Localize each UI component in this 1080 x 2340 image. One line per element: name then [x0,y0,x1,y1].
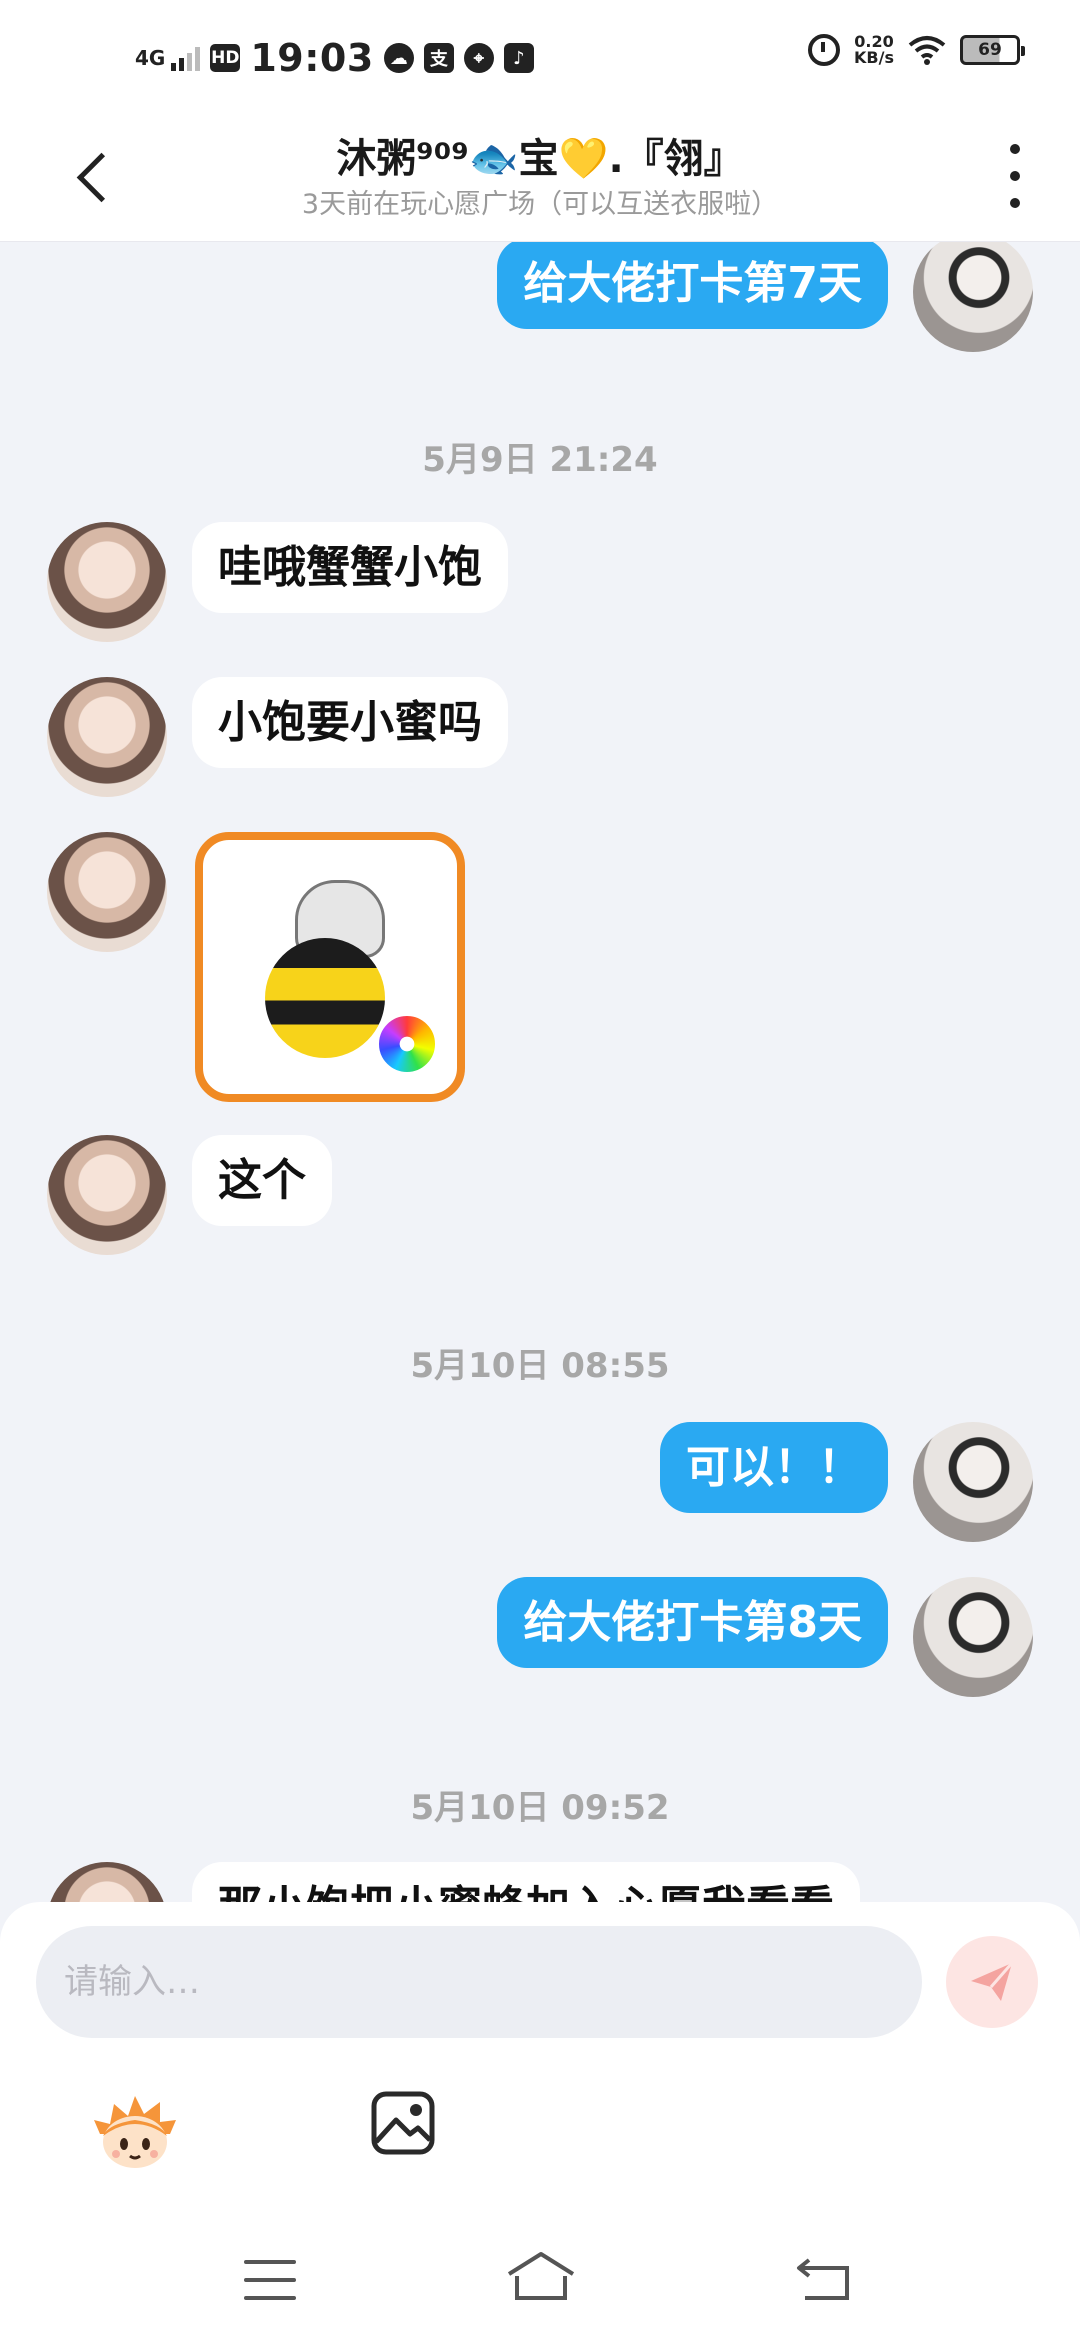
message-input[interactable] [36,1926,922,2038]
message-row: 那小饱把小蜜蜂加入心愿我看看 [0,1862,1080,1902]
bee-icon [265,938,385,1058]
status-bar: 4G HD 19:03 ☁ 支 ⌖ ♪ 0.20 KB/s 69 [0,0,1080,120]
hd-icon: HD [210,44,241,72]
status-left: 4G HD 19:03 ☁ 支 ⌖ ♪ [135,36,534,80]
chat-title[interactable]: 沐粥⁹⁰⁹🐟宝💛.『翎』 [0,126,1080,184]
status-right: 0.20 KB/s 69 [808,34,1025,66]
message-row [0,832,1080,1102]
chat-header: 沐粥⁹⁰⁹🐟宝💛.『翎』 3天前在玩心愿广场（可以互送衣服啦） [0,120,1080,242]
more-button[interactable] [1000,144,1030,208]
timestamp: 5月10日 08:55 [410,1346,670,1386]
cloud-icon: ☁ [383,43,414,73]
my-avatar[interactable] [913,1577,1033,1697]
message-row: 这个 [0,1135,1080,1255]
message-row: 给大佬打卡第8天 [0,1577,1080,1697]
contact-avatar[interactable] [47,522,167,642]
outgoing-bubble[interactable]: 可以！！ [660,1422,888,1513]
message-row: 哇哦蟹蟹小饱 [0,522,1080,642]
back-nav-icon[interactable] [795,2254,853,2302]
alarm-icon [808,34,841,66]
battery-indicator: 69 [960,35,1025,65]
contact-avatar[interactable] [47,677,167,797]
wifi-icon [908,36,946,65]
network-type: 4G [135,46,166,70]
system-nav-bar [0,2210,1080,2340]
incoming-bubble[interactable]: 这个 [192,1135,332,1226]
clock: 19:03 [250,36,374,80]
location-icon: ⌖ [463,43,494,73]
contact-avatar[interactable] [47,832,167,952]
chat-subtitle: 3天前在玩心愿广场（可以互送衣服啦） [301,189,779,220]
outgoing-bubble[interactable]: 给大佬打卡第7天 [497,242,888,329]
timestamp: 5月9日 21:24 [422,440,658,480]
contact-avatar[interactable] [47,1862,167,1902]
timestamp: 5月10日 09:52 [410,1788,670,1828]
incoming-bubble[interactable]: 哇哦蟹蟹小饱 [192,522,508,613]
send-button[interactable] [946,1936,1038,2028]
message-row: 小饱要小蜜吗 [0,677,1080,797]
my-avatar[interactable] [913,242,1033,352]
chat-messages[interactable]: 给大佬打卡第7天 5月9日 21:24 哇哦蟹蟹小饱 小饱要小蜜吗 这个 5月1… [0,242,1080,1902]
send-icon [971,1962,1014,2001]
tiktok-icon: ♪ [503,43,534,73]
menu-icon[interactable] [244,2260,296,2300]
speed-unit: KB/s [854,48,894,67]
color-wheel-icon [375,1012,439,1076]
more-vertical-icon [1010,144,1020,154]
signal-icon [171,45,201,71]
app-notification-icon: 支 [423,43,454,73]
mascot-face-icon[interactable] [90,2086,180,2176]
home-icon[interactable] [505,2250,577,2304]
image-icon[interactable] [368,2088,438,2158]
outgoing-bubble[interactable]: 给大佬打卡第8天 [497,1577,888,1668]
message-row: 可以！！ [0,1422,1080,1542]
message-row: 给大佬打卡第7天 [0,242,1080,352]
incoming-bubble[interactable]: 那小饱把小蜜蜂加入心愿我看看 [192,1862,860,1902]
incoming-bubble[interactable]: 小饱要小蜜吗 [192,677,508,768]
my-avatar[interactable] [913,1422,1033,1542]
contact-avatar[interactable] [47,1135,167,1255]
network-speed: 0.20 KB/s [854,34,894,66]
sticker-image[interactable] [195,832,465,1102]
